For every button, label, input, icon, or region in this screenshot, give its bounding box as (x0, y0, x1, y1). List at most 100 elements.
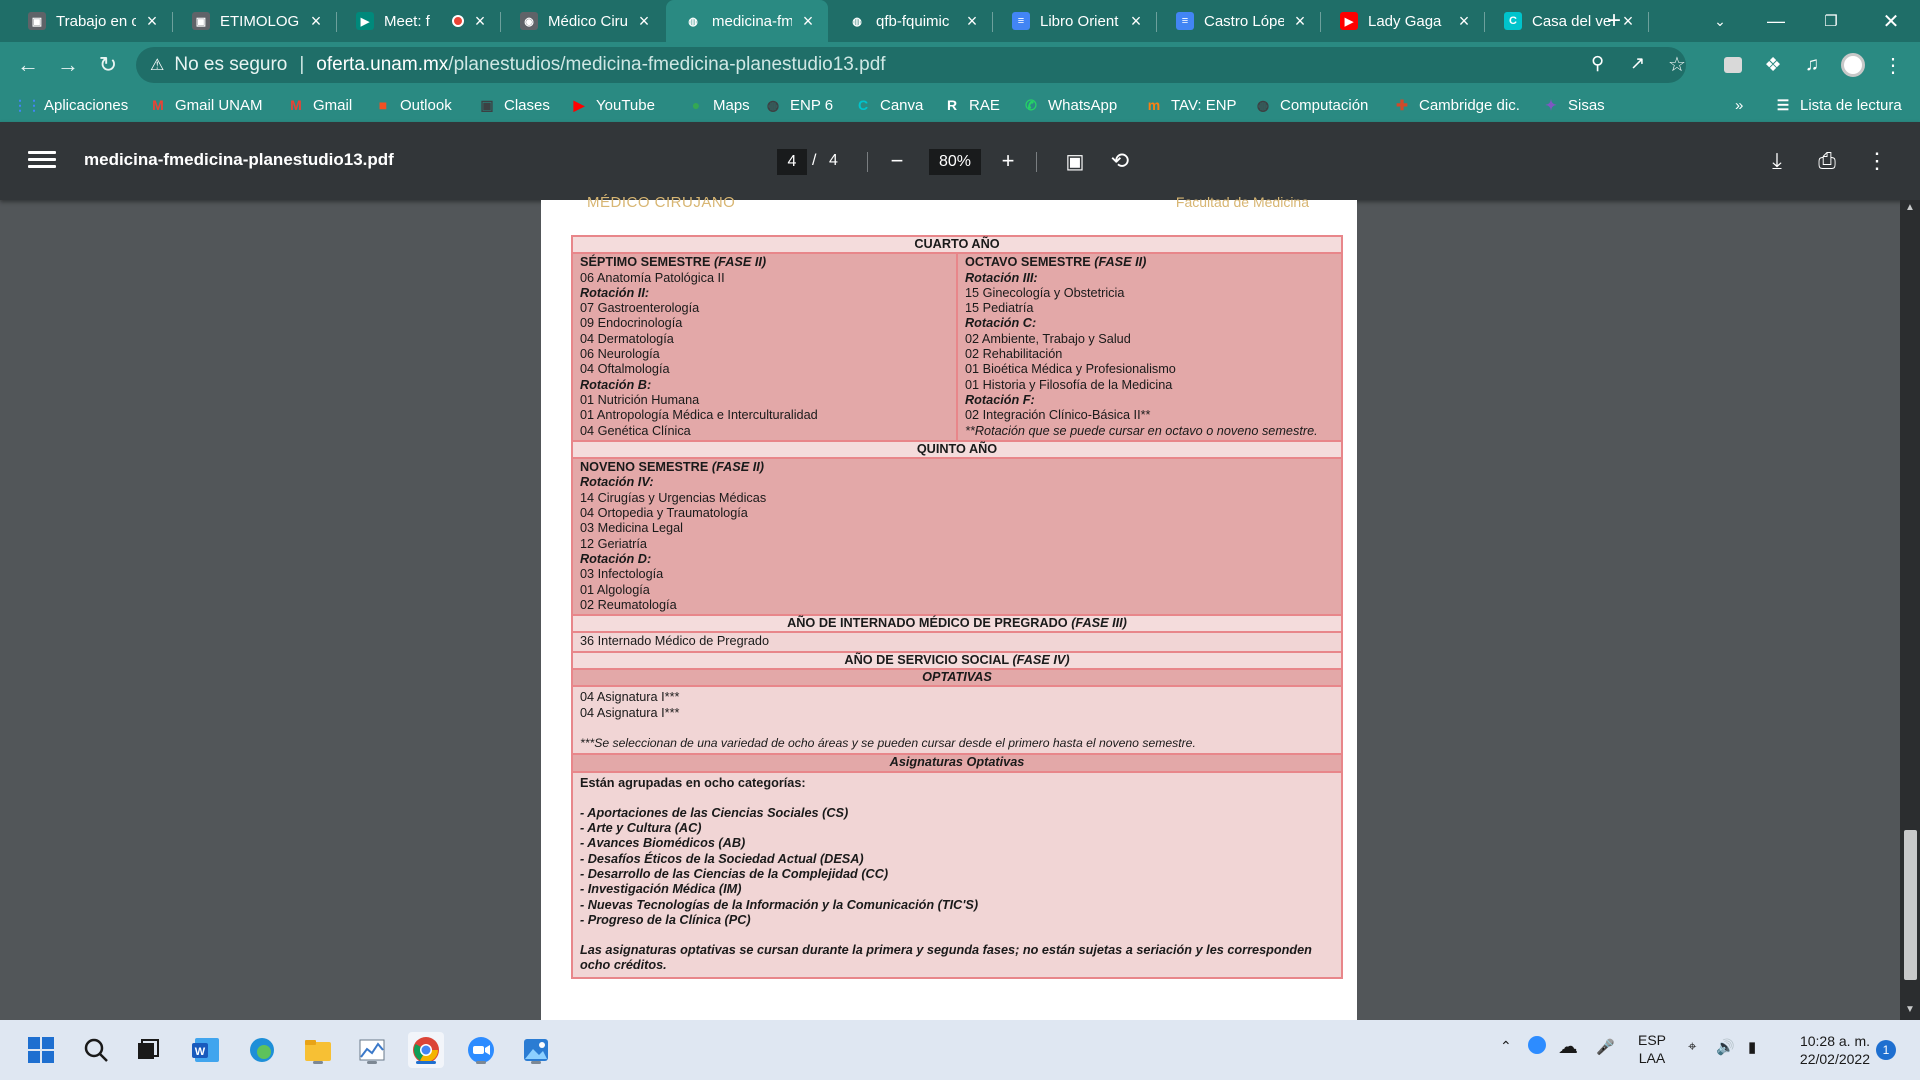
media-control-icon[interactable]: ♫ (1797, 50, 1827, 80)
tab[interactable]: ▣ Trabajo en c × (10, 0, 172, 42)
taskbar-word[interactable]: W (188, 1032, 224, 1068)
download-icon[interactable]: ⤓ (1762, 146, 1792, 176)
bookmark-star-icon[interactable]: ☆ (1668, 52, 1686, 77)
tab[interactable]: ▶ Lady Gaga × (1322, 0, 1484, 42)
close-tab-icon[interactable]: × (306, 11, 326, 32)
tab[interactable]: ◍ medicina-fm × (666, 0, 828, 42)
course-line: 04 Asignatura I*** (580, 690, 680, 705)
close-window-button[interactable]: ✕ (1868, 0, 1914, 42)
taskbar-edge[interactable] (244, 1032, 280, 1068)
tab-search-button[interactable]: ⌄ (1697, 0, 1743, 42)
apps-grid-icon: ⋮⋮ (13, 96, 41, 113)
pdf-page: MÉDICO CIRUJANO Facultad de Medicina CUA… (541, 194, 1357, 1020)
profile-avatar[interactable] (1838, 50, 1868, 80)
reading-list-button[interactable]: ☰ Lista de lectura (1774, 94, 1902, 116)
tab[interactable]: ◉ Médico Ciru × (502, 0, 664, 42)
page-number-input[interactable]: 4 (777, 149, 807, 175)
tab-title: Meet: f (384, 12, 430, 30)
onedrive-icon[interactable]: ☁ (1558, 1034, 1578, 1059)
clock[interactable]: 10:28 a. m. 22/02/2022 (1778, 1032, 1870, 1068)
notification-badge[interactable]: 1 (1876, 1040, 1896, 1060)
language-indicator[interactable]: ESP LAA (1638, 1031, 1666, 1067)
close-tab-icon[interactable]: × (634, 11, 654, 32)
course-line: 01 Nutrición Humana (580, 392, 700, 407)
maximize-button[interactable]: ❐ (1808, 0, 1854, 42)
tab-title: Médico Ciru (548, 12, 628, 30)
youtube-icon: ▶ (573, 96, 585, 113)
forward-button[interactable]: → (53, 50, 83, 80)
address-bar[interactable]: ⚠ No es seguro | oferta.unam.mx/planestu… (136, 47, 1686, 83)
bookmark-item[interactable]: ● Maps (687, 94, 750, 116)
bookmark-item[interactable]: R RAE (943, 94, 1000, 116)
taskbar-file-explorer[interactable] (300, 1032, 336, 1068)
vertical-scrollbar[interactable]: ▲ ▼ (1900, 200, 1920, 1020)
globe-icon: ◍ (688, 15, 698, 28)
bookmark-item[interactable]: ✚ Cambridge dic. (1393, 94, 1520, 116)
bookmark-item[interactable]: ▣ Clases (478, 94, 549, 116)
extensions-puzzle-icon[interactable]: ❖ (1758, 50, 1788, 80)
bookmark-item[interactable]: ▶ YouTube (570, 94, 655, 116)
task-view-button[interactable] (130, 1032, 166, 1068)
tab[interactable]: ▣ ETIMOLOGÍ × (174, 0, 336, 42)
close-tab-icon[interactable]: × (1126, 11, 1146, 32)
close-tab-icon[interactable]: × (962, 11, 982, 32)
close-tab-icon[interactable]: × (1290, 11, 1310, 32)
bookmark-item[interactable]: M Gmail UNAM (149, 94, 262, 116)
bookmark-item[interactable]: ◍ ENP 6 (764, 94, 833, 116)
bookmarks-overflow-button[interactable]: » (1735, 94, 1743, 116)
reload-button[interactable]: ↻ (93, 50, 123, 80)
docs-icon: ≡ (1012, 12, 1030, 30)
taskbar-photos-app[interactable] (518, 1032, 554, 1068)
bookmark-item[interactable]: ✆ WhatsApp (1022, 94, 1117, 116)
share-icon[interactable]: ↗ (1630, 53, 1645, 74)
zoom-out-button[interactable]: − (882, 146, 912, 176)
bookmark-item[interactable]: M Gmail (287, 94, 352, 116)
bookmark-item[interactable]: m TAV: ENP (1145, 94, 1237, 116)
close-tab-icon[interactable]: × (470, 11, 490, 32)
course-line: Rotación B: (580, 377, 652, 392)
show-hidden-icons[interactable]: ⌃ (1500, 1038, 1512, 1055)
bookmark-item[interactable]: ◍ Computación (1254, 94, 1369, 116)
bookmark-item[interactable]: ■ Outlook (374, 94, 452, 116)
search-button[interactable] (78, 1032, 114, 1068)
zoom-in-button[interactable]: + (993, 146, 1023, 176)
zoom-level-input[interactable]: 80% (929, 149, 981, 175)
zoom-tray-icon[interactable] (1528, 1036, 1546, 1054)
tab[interactable]: ≡ Castro López × (1158, 0, 1320, 42)
bookmark-item[interactable]: ✦ Sisas (1542, 94, 1605, 116)
extension-icon[interactable] (1718, 50, 1748, 80)
taskbar-chrome[interactable] (408, 1032, 444, 1068)
bookmark-item[interactable]: ⋮⋮ Aplicaciones (13, 94, 129, 116)
scroll-up-arrow[interactable]: ▲ (1905, 202, 1915, 213)
wifi-icon[interactable]: ⌖ (1688, 1038, 1696, 1055)
tab[interactable]: ▶ Meet: f × (338, 0, 500, 42)
minimize-button[interactable]: — (1753, 0, 1799, 42)
scrollbar-thumb[interactable] (1904, 830, 1917, 980)
classroom-icon: ▣ (192, 12, 210, 30)
tab[interactable]: ≡ Libro Orient × (994, 0, 1156, 42)
bookmark-label: Aplicaciones (44, 96, 129, 114)
rotate-icon[interactable]: ⟲ (1105, 146, 1135, 176)
fit-page-icon[interactable]: ▣ (1060, 146, 1090, 176)
close-tab-icon[interactable]: × (1454, 11, 1474, 32)
print-icon[interactable]: ⎙ (1812, 146, 1842, 176)
taskbar-zoom[interactable] (463, 1032, 499, 1068)
taskbar-photos[interactable] (354, 1032, 390, 1068)
scroll-down-arrow[interactable]: ▼ (1905, 1004, 1915, 1015)
close-tab-icon[interactable]: × (142, 11, 162, 32)
optativas-heading: OPTATIVAS (571, 667, 1343, 688)
microphone-icon[interactable]: 🎤 (1596, 1038, 1615, 1056)
close-tab-icon[interactable]: × (798, 11, 818, 32)
pdf-more-icon[interactable]: ⋮ (1862, 146, 1892, 176)
bookmark-item[interactable]: C Canva (854, 94, 923, 116)
back-button[interactable]: ← (13, 50, 43, 80)
browser-menu-icon[interactable]: ⋮ (1878, 50, 1908, 80)
battery-icon[interactable]: ▮ (1748, 1038, 1756, 1056)
new-tab-button[interactable]: + (1598, 6, 1630, 36)
zoom-icon[interactable]: ⚲ (1591, 53, 1604, 74)
volume-icon[interactable]: 🔊 (1716, 1038, 1735, 1056)
globe-icon: ◍ (1256, 96, 1270, 113)
start-button[interactable] (23, 1032, 59, 1068)
tab[interactable]: ◍ qfb-fquimic × (830, 0, 992, 42)
pdf-menu-icon[interactable] (28, 147, 56, 175)
